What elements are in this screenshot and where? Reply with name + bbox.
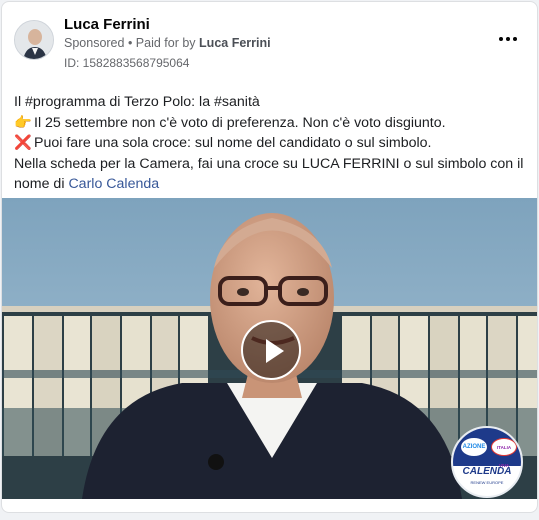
text-line-5-prefix: nome di (14, 176, 65, 192)
renew-europe-label: RENEW EUROPE (470, 480, 504, 485)
paid-for-name: Luca Ferrini (199, 36, 271, 50)
text-line-3: ❌ Puoi fare una sola croce: sul nome del … (14, 133, 525, 154)
italia-viva-badge: ITALIA VIVA (491, 438, 517, 468)
sponsored-label[interactable]: Sponsored (64, 36, 124, 50)
text-line-2: 👉 Il 25 settembre non c'è voto di prefere… (14, 113, 525, 134)
ad-post-card: Luca Ferrini Sponsored • Paid for by Luc… (1, 1, 538, 513)
text-line-4: Nella scheda per la Camera, fai una croc… (14, 155, 524, 172)
author-name[interactable]: Luca Ferrini (64, 16, 150, 33)
text-line-2-content: Il 25 settembre non c'è voto di preferen… (34, 114, 446, 131)
more-options-icon[interactable] (497, 32, 519, 46)
post-text: Il #programma di Terzo Polo: la #sanità … (14, 92, 525, 195)
post-header: Luca Ferrini Sponsored • Paid for by Luc… (14, 14, 525, 74)
author-avatar[interactable] (14, 20, 54, 60)
calenda-logo: AZIONE ITALIA VIVA CALENDA RENEW EUROPE (451, 426, 523, 498)
carlo-calenda-link[interactable]: Carlo Calenda (68, 176, 159, 192)
paid-for-prefix: • Paid for by (127, 36, 196, 50)
sponsored-meta: Sponsored • Paid for by Luca Ferrini (64, 36, 271, 50)
ad-id: ID: 1582883568795064 (64, 56, 190, 70)
avatar-image (15, 21, 53, 59)
cross-mark-icon: ❌ (14, 135, 32, 151)
text-line-5: nome di Carlo Calenda (14, 174, 525, 195)
text-line-1: Il #programma di Terzo Polo: la #sanità (14, 94, 260, 110)
text-line-3-content: Puoi fare una sola croce: sul nome del c… (34, 135, 432, 151)
pointing-hand-icon: 👉 (14, 114, 32, 131)
play-button[interactable] (241, 320, 301, 380)
azione-badge: AZIONE (461, 438, 487, 456)
calenda-label: CALENDA (462, 466, 512, 477)
